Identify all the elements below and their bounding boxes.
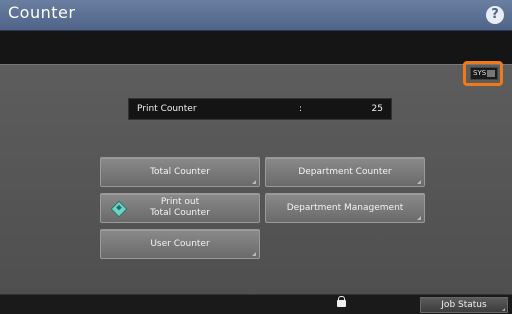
sys-v-indicator[interactable]: SYS V bbox=[470, 67, 498, 80]
corner-arrow-icon bbox=[252, 180, 256, 184]
window-title: Counter bbox=[8, 3, 76, 22]
total-counter-button[interactable]: Total Counter bbox=[100, 157, 260, 187]
print-counter-value: 25 bbox=[371, 104, 383, 114]
corner-arrow-icon bbox=[417, 216, 421, 220]
corner-arrow-icon bbox=[252, 252, 256, 256]
corner-arrow-icon bbox=[502, 308, 505, 311]
toolbar bbox=[0, 31, 512, 64]
print-out-total-counter-button[interactable]: Print out Total Counter bbox=[100, 193, 260, 223]
total-counter-label: Total Counter bbox=[150, 167, 210, 177]
user-counter-button[interactable]: User Counter bbox=[100, 229, 260, 259]
job-status-button[interactable]: Job Status bbox=[420, 297, 508, 313]
department-management-label: Department Management bbox=[286, 203, 404, 213]
corner-arrow-icon bbox=[417, 180, 421, 184]
title-bar: Counter ? bbox=[0, 0, 512, 31]
job-status-label: Job Status bbox=[441, 300, 487, 310]
status-bar: Job Status bbox=[0, 294, 512, 314]
sys-v-bar-icon bbox=[487, 70, 495, 77]
print-counter-separator: : bbox=[299, 104, 303, 114]
help-icon[interactable]: ? bbox=[486, 6, 504, 24]
user-counter-label: User Counter bbox=[150, 239, 210, 249]
print-counter-display: Print Counter : 25 bbox=[128, 98, 392, 120]
department-counter-button[interactable]: Department Counter bbox=[265, 157, 425, 187]
lock-icon bbox=[337, 296, 346, 307]
print-counter-label: Print Counter bbox=[137, 104, 197, 114]
department-counter-label: Department Counter bbox=[298, 167, 392, 177]
department-management-button[interactable]: Department Management bbox=[265, 193, 425, 223]
